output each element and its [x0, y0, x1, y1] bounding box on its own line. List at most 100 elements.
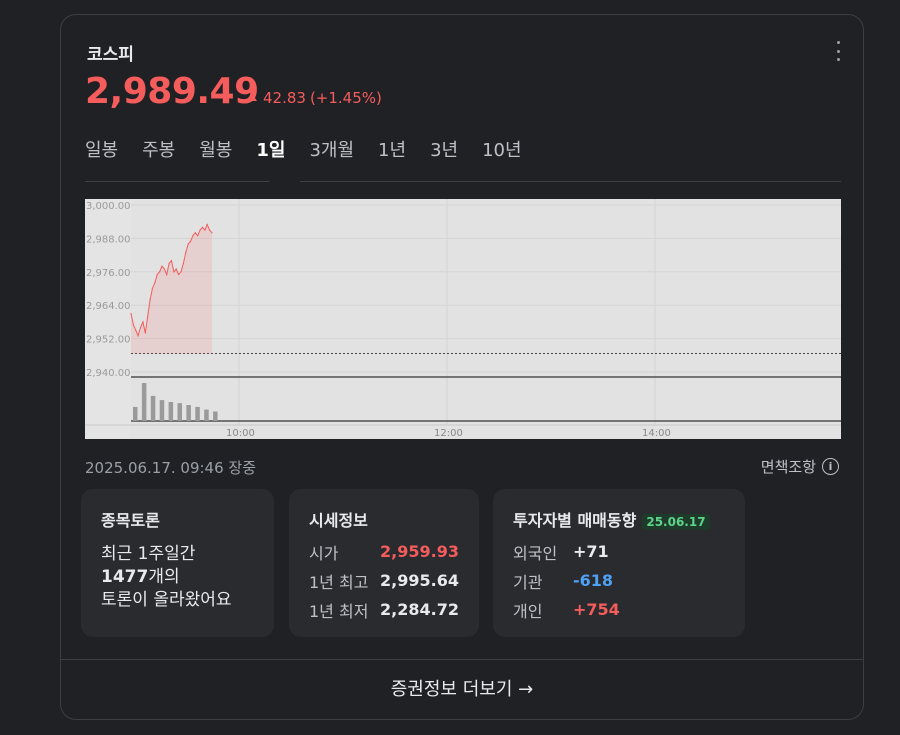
- price-point: [175, 268, 177, 270]
- price-point: [130, 312, 132, 315]
- price-point: [173, 271, 175, 273]
- volume-bar: [168, 402, 174, 421]
- volume-bar: [213, 411, 218, 421]
- price-point: [135, 329, 137, 331]
- investor-row: 기관 -618: [513, 570, 725, 592]
- discussion-text: 최근 1주일간 1477개의 토론이 올라왔어요: [101, 543, 254, 612]
- change-percent: (+1.45%): [309, 89, 382, 107]
- price-point: [161, 265, 163, 267]
- discussion-suffix: 개의: [148, 567, 180, 587]
- price-point: [149, 299, 151, 301]
- price-point: [211, 232, 213, 234]
- discussion-box[interactable]: 종목토론 최근 1주일간 1477개의 토론이 올라왔어요: [81, 489, 274, 637]
- price-point: [190, 240, 192, 242]
- volume-bar: [141, 383, 147, 421]
- tab-weekly[interactable]: 주봉: [142, 139, 175, 163]
- price-point: [154, 282, 156, 284]
- discussion-line1: 최근 1주일간: [101, 544, 196, 564]
- volume-bar: [159, 400, 165, 421]
- intraday-chart[interactable]: 3,000.00 2,988.00 2,976.00 2,964.00 2,952.00…: [85, 199, 841, 439]
- price-point: [132, 324, 134, 326]
- plot-area: [131, 199, 841, 439]
- price-point: [197, 235, 199, 237]
- tab-1day[interactable]: 1일: [256, 139, 285, 163]
- market-timestamp: 2025.06.17. 09:46 장중: [85, 459, 257, 477]
- price-point: [178, 274, 180, 276]
- price-info-title: 시세정보: [309, 511, 368, 530]
- disclaimer-link[interactable]: 면책조항 i: [761, 456, 839, 477]
- institution-label: 기관: [513, 572, 543, 592]
- individual-label: 개인: [513, 601, 543, 621]
- open-value: 2,959.93: [380, 542, 459, 561]
- price-point: [209, 229, 211, 231]
- footer-divider: [61, 659, 863, 660]
- change-value: 42.83: [263, 89, 306, 107]
- more-securities-label: 증권정보 더보기: [390, 679, 513, 700]
- price-point: [151, 287, 153, 290]
- year-low-label: 1년 최저: [309, 601, 369, 621]
- price-point: [194, 232, 196, 234]
- more-securities-link[interactable]: 증권정보 더보기 →: [61, 675, 863, 701]
- price-point: [187, 243, 189, 245]
- investor-date-badge: 25.06.17: [642, 513, 710, 530]
- volume-bar: [133, 406, 138, 421]
- price-point: [139, 326, 142, 329]
- price-point: [159, 271, 161, 273]
- x-tick-label: 12:00: [434, 428, 463, 439]
- price-change: 42.83 (+1.45%): [249, 89, 382, 107]
- price-point: [201, 226, 204, 228]
- volume-bar: [186, 405, 191, 421]
- price-point: [206, 223, 208, 226]
- price-point: [182, 262, 184, 264]
- arrow-right-icon: →: [518, 679, 534, 700]
- open-label: 시가: [309, 543, 339, 563]
- foreign-value: +71: [573, 542, 609, 561]
- price-info-row: 1년 최고 2,995.64: [309, 570, 459, 592]
- price-point: [180, 271, 182, 273]
- price-point: [147, 315, 149, 317]
- price-point: [168, 262, 170, 264]
- investor-row: 외국인 +71: [513, 541, 725, 563]
- index-title: 코스피: [87, 45, 134, 65]
- volume-bar: [204, 409, 209, 421]
- year-high-label: 1년 최고: [309, 572, 369, 592]
- price-info-row: 시가 2,959.93: [309, 541, 459, 563]
- volume-bar: [150, 395, 156, 421]
- individual-value: +754: [573, 600, 620, 619]
- tab-3year[interactable]: 3년: [430, 139, 458, 163]
- kospi-card: 코스피 2,989.49 42.83 (+1.45%) 일봉 주봉 월봉 1일 …: [60, 14, 864, 720]
- tab-divider: [85, 181, 269, 182]
- volume-bar: [195, 406, 200, 421]
- tab-3month[interactable]: 3개월: [309, 139, 354, 163]
- x-tick-label: 14:00: [642, 428, 671, 439]
- price-point: [170, 260, 173, 262]
- discussion-line2: 1477개의: [101, 566, 254, 589]
- investor-trend-box[interactable]: 투자자별 매매동향 25.06.17 외국인 +71 기관 -618 개인 +75…: [493, 489, 745, 637]
- discussion-count: 1477: [101, 567, 149, 587]
- y-tick-label: 2,976.00: [86, 268, 131, 279]
- more-options-icon[interactable]: [835, 41, 841, 61]
- price-point: [137, 335, 139, 337]
- y-tick-label: 2,940.00: [86, 368, 131, 379]
- discussion-line3: 토론이 올라왔어요: [101, 590, 232, 610]
- up-triangle-icon: [249, 95, 257, 101]
- period-tabs: 일봉 주봉 월봉 1일 3개월 1년 3년 10년: [85, 139, 546, 163]
- tab-daily[interactable]: 일봉: [85, 139, 118, 163]
- info-icon: i: [822, 458, 839, 475]
- discussion-title: 종목토론: [101, 511, 160, 530]
- year-high-value: 2,995.64: [380, 571, 459, 590]
- institution-value: -618: [573, 571, 614, 590]
- investor-title-text: 투자자별 매매동향: [513, 511, 637, 530]
- tab-monthly[interactable]: 월봉: [199, 139, 232, 163]
- volume-bar: [177, 403, 182, 421]
- price-point: [192, 235, 194, 237]
- year-low-value: 2,284.72: [380, 600, 459, 619]
- tab-1year[interactable]: 1년: [378, 139, 406, 163]
- price-point: [142, 321, 144, 323]
- price-info-box[interactable]: 시세정보 시가 2,959.93 1년 최고 2,995.64 1년 최저 2,…: [289, 489, 479, 637]
- price-point: [163, 268, 165, 270]
- current-price: 2,989.49: [85, 71, 259, 112]
- tab-10year[interactable]: 10년: [482, 139, 521, 163]
- price-point: [156, 274, 158, 276]
- tab-divider: [300, 181, 841, 182]
